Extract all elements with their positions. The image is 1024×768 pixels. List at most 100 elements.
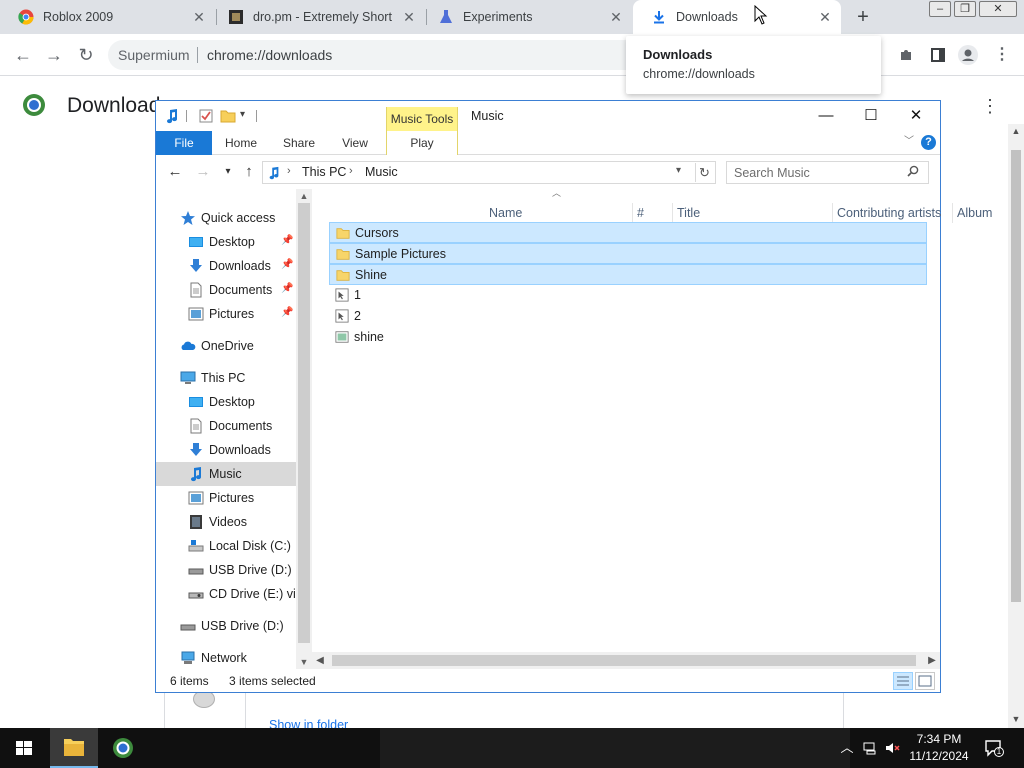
file-row-shine-folder[interactable]: Shine xyxy=(329,264,927,285)
nav-pane-scrollbar[interactable]: ▲ ▼ xyxy=(296,189,312,669)
address-dropdown-icon[interactable]: ▾ xyxy=(676,165,681,176)
profile-icon[interactable] xyxy=(958,45,978,65)
breadcrumb-arrow-icon[interactable]: › xyxy=(349,165,353,177)
file-row-shine-image[interactable]: shine xyxy=(329,327,927,348)
explorer-maximize-button[interactable]: ☐ xyxy=(856,105,886,127)
search-input[interactable] xyxy=(734,165,904,181)
cd-drive-icon xyxy=(188,592,204,599)
file-row-2[interactable]: 2 xyxy=(329,306,927,327)
tab-home[interactable]: Home xyxy=(220,131,262,155)
new-folder-icon[interactable] xyxy=(220,108,236,124)
close-icon[interactable]: ✕ xyxy=(401,9,417,25)
tab-experiments[interactable]: Experiments ✕ xyxy=(420,0,632,34)
nav-onedrive[interactable]: OneDrive xyxy=(156,334,296,358)
taskbar-supermium[interactable] xyxy=(99,728,147,768)
tab-downloads[interactable]: Downloads ✕ xyxy=(633,0,841,34)
large-icons-view-button[interactable] xyxy=(915,672,935,690)
nav-qa-downloads[interactable]: Downloads 📌 xyxy=(156,254,296,278)
close-icon[interactable]: ✕ xyxy=(608,9,624,25)
horizontal-scrollbar[interactable]: ◀ ▶ xyxy=(312,652,940,669)
breadcrumb-this-pc[interactable]: This PC xyxy=(302,165,346,179)
nav-qa-desktop[interactable]: Desktop 📌 xyxy=(156,230,296,254)
nav-network[interactable]: Network xyxy=(156,646,296,670)
explorer-address-bar[interactable]: › This PC › Music ▾ ↻ xyxy=(262,161,716,184)
system-clock[interactable]: 7:34 PM 11/12/2024 xyxy=(904,731,974,765)
explorer-minimize-button[interactable]: — xyxy=(811,105,841,127)
forward-button[interactable]: → xyxy=(43,44,65,66)
reload-button[interactable]: ↻ xyxy=(75,44,97,66)
column-header-title[interactable]: Title xyxy=(673,203,833,223)
scrollbar-thumb[interactable] xyxy=(332,655,916,666)
nav-pc-desktop[interactable]: Desktop xyxy=(156,390,296,414)
nav-pc-pictures[interactable]: Pictures xyxy=(156,486,296,510)
side-panel-icon[interactable] xyxy=(928,45,948,65)
breadcrumb-arrow-icon[interactable]: › xyxy=(287,165,291,177)
column-header-album[interactable]: Album xyxy=(953,203,1024,223)
explorer-close-button[interactable]: ✕ xyxy=(901,105,931,127)
show-hidden-icons-icon[interactable]: ︿ xyxy=(839,740,855,756)
start-button[interactable] xyxy=(0,728,48,768)
nav-pc-local-disk[interactable]: Local Disk (C:) xyxy=(156,534,296,558)
nav-pc-documents[interactable]: Documents xyxy=(156,414,296,438)
explorer-forward-button[interactable]: → xyxy=(194,163,212,181)
scroll-down-icon[interactable]: ▼ xyxy=(1008,712,1024,726)
taskbar-file-explorer[interactable] xyxy=(50,728,98,768)
file-row-cursors[interactable]: Cursors xyxy=(329,222,927,243)
back-button[interactable]: ← xyxy=(12,44,34,66)
pin-icon[interactable]: 📌 xyxy=(281,259,293,270)
network-tray-icon[interactable] xyxy=(862,740,878,756)
details-view-button[interactable] xyxy=(893,672,913,690)
nav-usb-drive[interactable]: USB Drive (D:) xyxy=(156,614,296,638)
extensions-icon[interactable] xyxy=(896,45,916,65)
nav-pc-cd-drive[interactable]: CD Drive (E:) virt xyxy=(156,582,296,606)
scroll-right-icon[interactable]: ▶ xyxy=(924,652,940,669)
column-header-number[interactable]: # xyxy=(633,203,673,223)
scroll-left-icon[interactable]: ◀ xyxy=(312,652,328,669)
tab-file[interactable]: File xyxy=(156,131,212,155)
up-button[interactable]: ↑ xyxy=(240,163,258,181)
nav-pc-music[interactable]: Music xyxy=(156,462,296,486)
tab-view[interactable]: View xyxy=(334,131,376,155)
nav-qa-pictures[interactable]: Pictures 📌 xyxy=(156,302,296,326)
help-icon[interactable]: ? xyxy=(921,135,936,150)
file-row-sample-pictures[interactable]: Sample Pictures xyxy=(329,243,927,264)
nav-pc-downloads[interactable]: Downloads xyxy=(156,438,296,462)
nav-this-pc[interactable]: This PC xyxy=(156,366,296,390)
nav-pc-usb-drive[interactable]: USB Drive (D:) xyxy=(156,558,296,582)
breadcrumb-music[interactable]: Music xyxy=(365,165,398,179)
column-header-name[interactable]: Name xyxy=(485,203,633,223)
scroll-up-icon[interactable]: ▲ xyxy=(1008,124,1024,138)
scroll-down-icon[interactable]: ▼ xyxy=(296,655,312,669)
pin-icon[interactable]: 📌 xyxy=(281,283,293,294)
refresh-icon[interactable]: ↻ xyxy=(695,163,713,182)
tab-roblox-2009[interactable]: Roblox 2009 ✕ xyxy=(0,0,215,34)
nav-quick-access[interactable]: Quick access xyxy=(156,206,296,230)
minimize-button[interactable]: – xyxy=(929,1,951,17)
browser-menu-icon[interactable]: ⋮ xyxy=(992,45,1012,65)
file-row-1[interactable]: 1 xyxy=(329,285,927,306)
recent-locations-icon[interactable]: ▾ xyxy=(219,163,237,181)
nav-pc-videos[interactable]: Videos xyxy=(156,510,296,534)
nav-qa-documents[interactable]: Documents 📌 xyxy=(156,278,296,302)
search-field[interactable] xyxy=(726,161,929,184)
column-header-contributing-artists[interactable]: Contributing artists xyxy=(833,203,953,223)
close-icon[interactable]: ✕ xyxy=(191,9,207,25)
page-menu-icon[interactable]: ⋮ xyxy=(981,96,999,116)
tab-share[interactable]: Share xyxy=(278,131,320,155)
volume-muted-icon[interactable] xyxy=(884,740,900,756)
close-icon[interactable]: ✕ xyxy=(817,9,833,25)
pin-icon[interactable]: 📌 xyxy=(281,235,293,246)
tab-play[interactable]: Play xyxy=(386,131,458,155)
pin-icon[interactable]: 📌 xyxy=(281,307,293,318)
restore-button[interactable]: ❐ xyxy=(954,1,976,17)
new-tab-button[interactable]: + xyxy=(853,7,873,27)
tab-dro-pm[interactable]: dro.pm - Extremely Short ✕ xyxy=(210,0,425,34)
action-center-icon[interactable]: 1 xyxy=(984,738,1004,758)
customize-qat-icon[interactable]: ▾ xyxy=(240,109,245,120)
properties-icon[interactable] xyxy=(198,108,214,124)
explorer-back-button[interactable]: ← xyxy=(166,163,184,181)
scrollbar-thumb[interactable] xyxy=(298,203,310,643)
expand-ribbon-icon[interactable]: ﹀ xyxy=(902,135,916,149)
close-window-button[interactable]: ✕ xyxy=(979,1,1017,17)
scroll-up-icon[interactable]: ▲ xyxy=(296,189,312,203)
